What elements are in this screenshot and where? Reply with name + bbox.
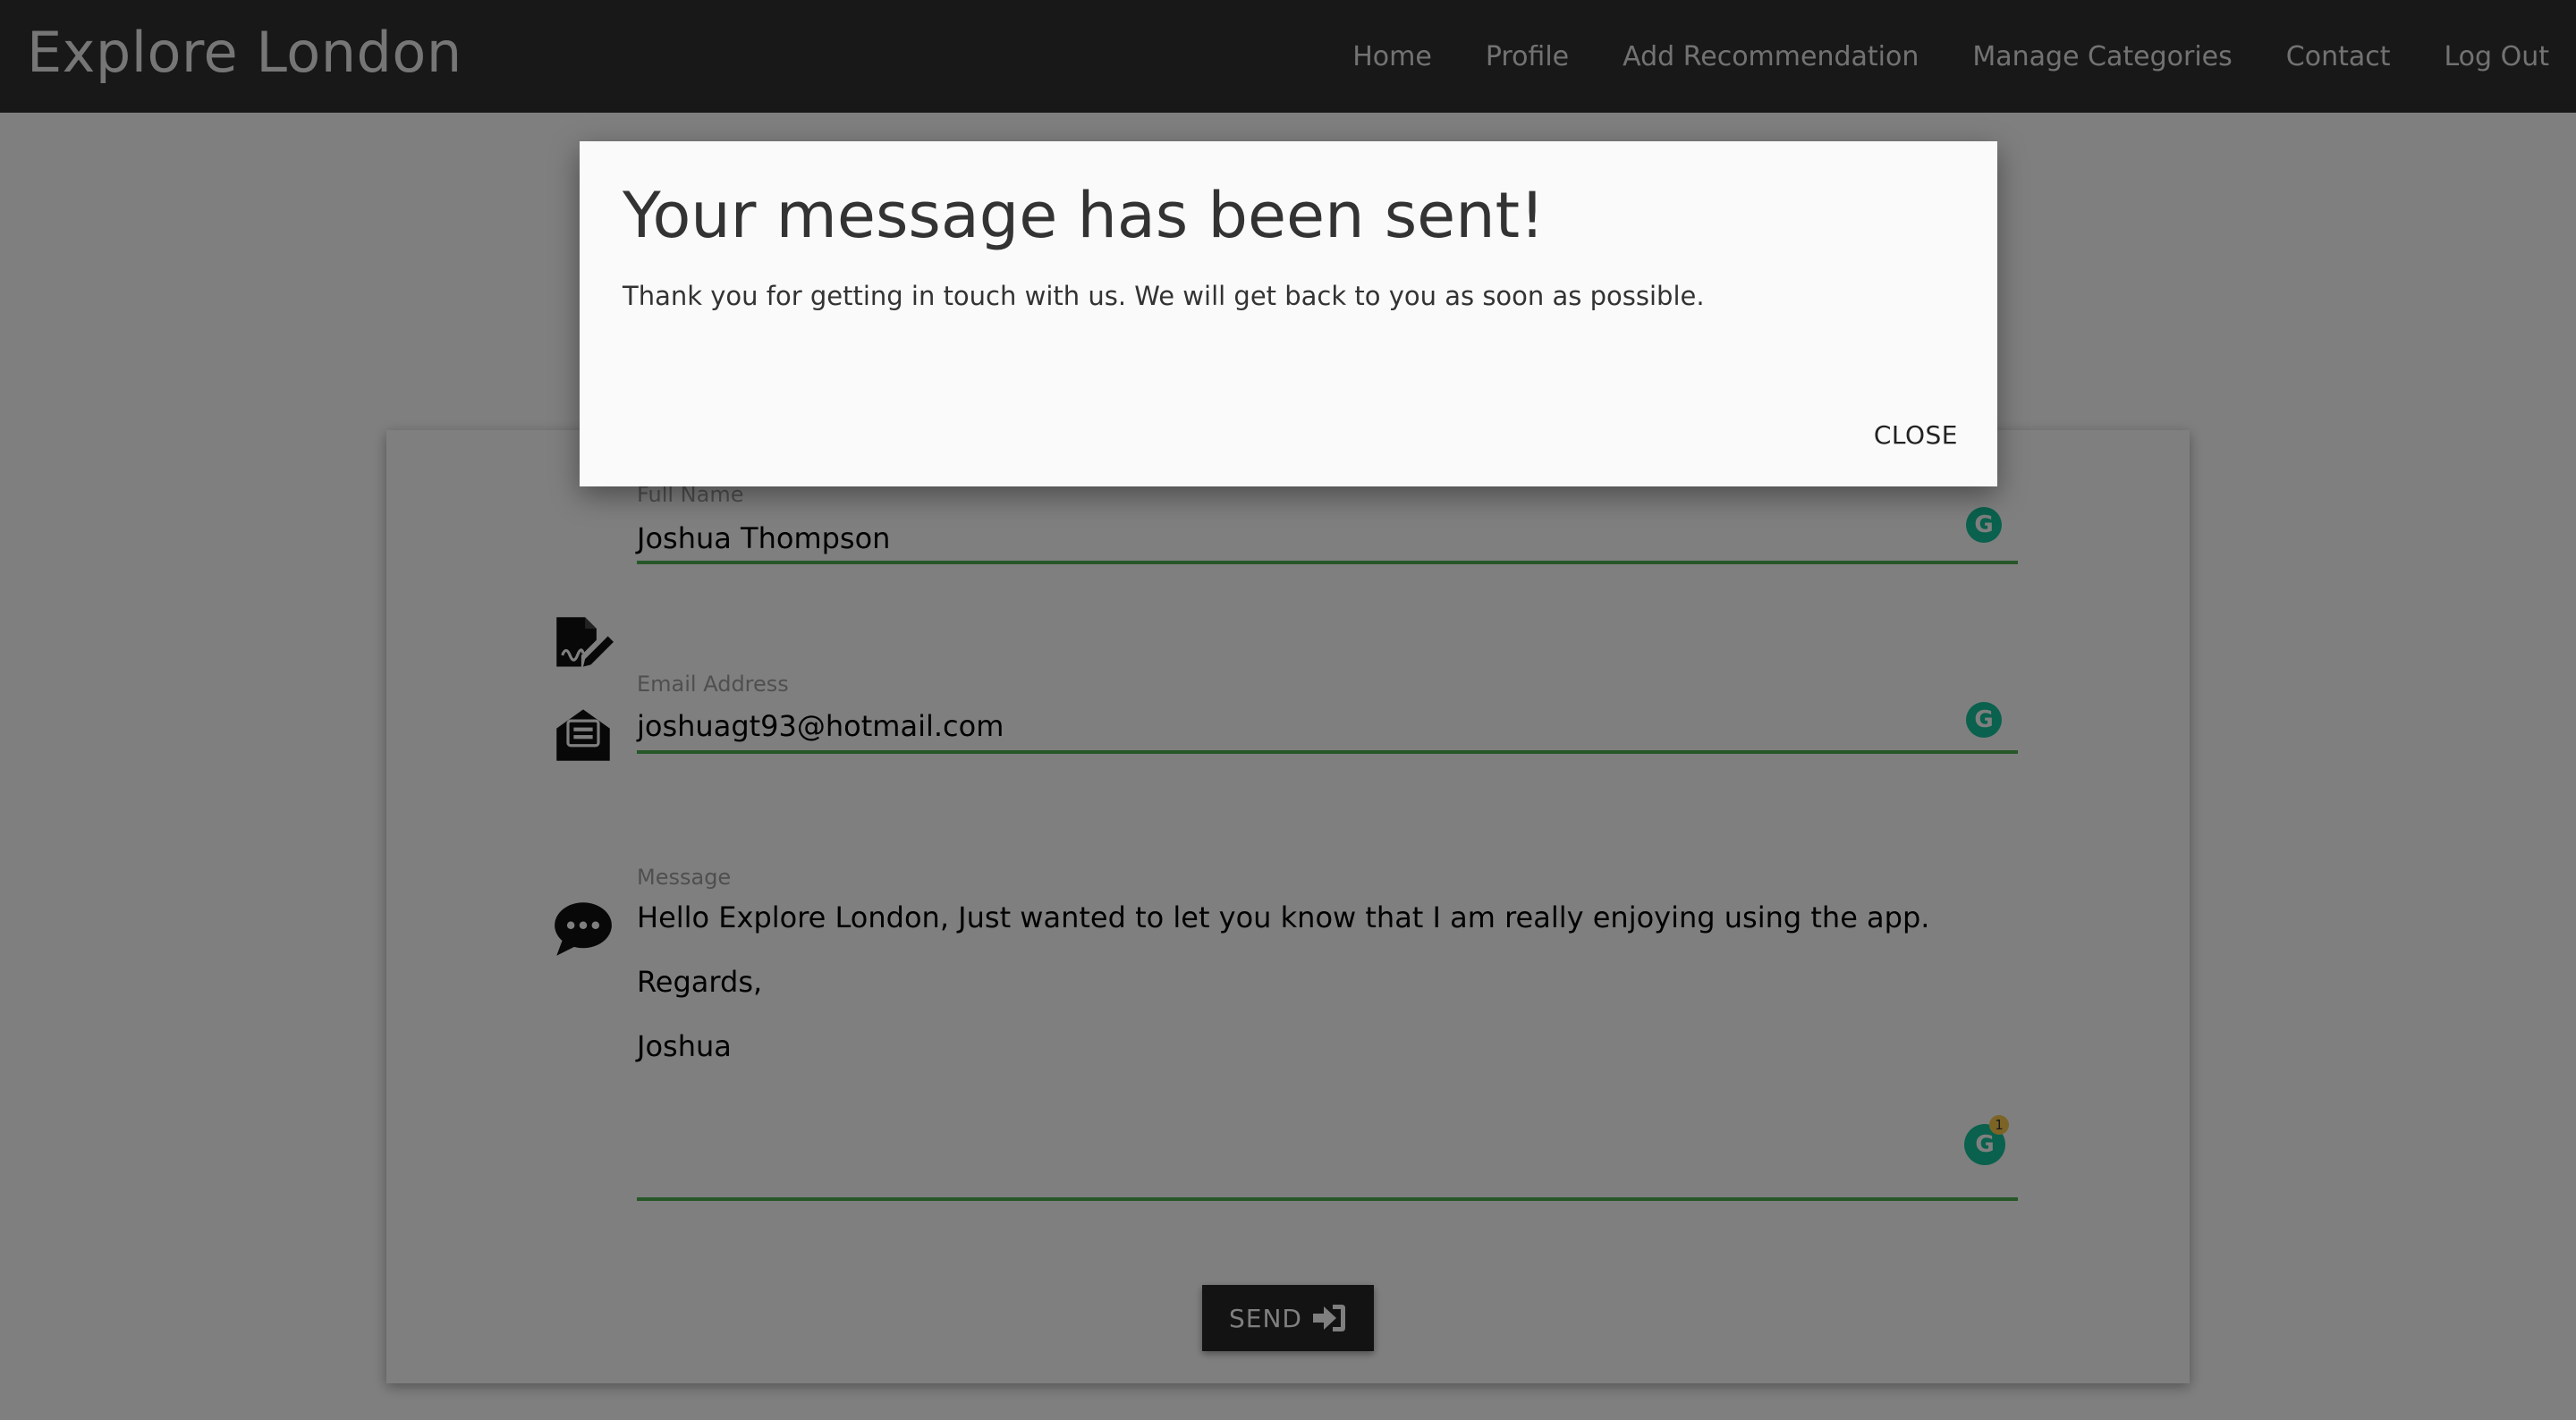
close-button[interactable]: CLOSE	[1874, 420, 1958, 450]
modal-title: Your message has been sent!	[623, 179, 1546, 252]
message-sent-modal: Your message has been sent! Thank you fo…	[580, 141, 1997, 486]
modal-text: Thank you for getting in touch with us. …	[623, 281, 1705, 311]
